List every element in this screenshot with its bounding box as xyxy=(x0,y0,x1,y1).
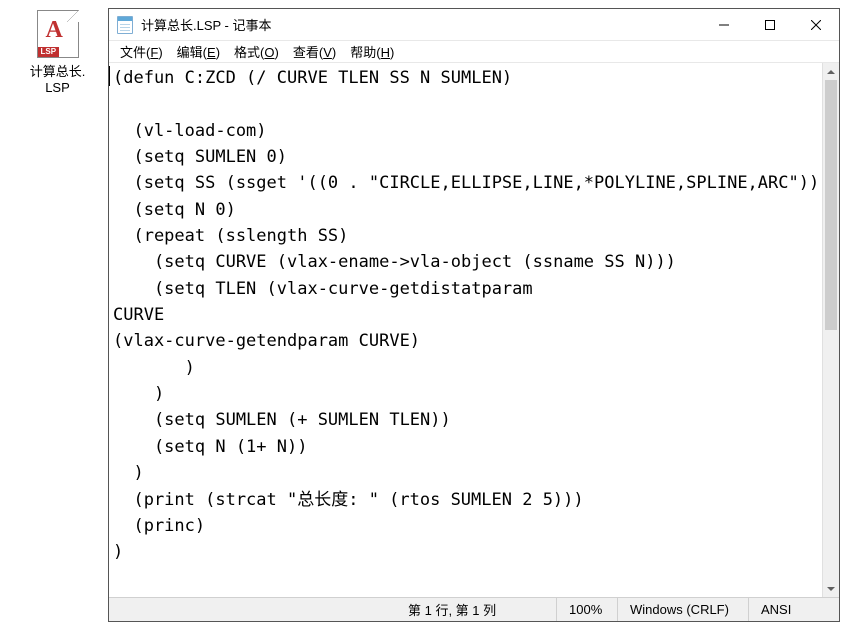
desktop-file-icon[interactable]: A LSP 计算总长. LSP xyxy=(20,10,95,95)
menu-file[interactable]: 文件(F) xyxy=(113,40,170,63)
maximize-icon xyxy=(765,20,775,30)
title-bar: 计算总长.LSP - 记事本 xyxy=(109,9,839,41)
menu-help[interactable]: 帮助(H) xyxy=(343,40,401,63)
close-button[interactable] xyxy=(793,9,839,40)
scroll-thumb[interactable] xyxy=(825,80,837,330)
text-editor[interactable]: (defun C:ZCD (/ CURVE TLEN SS N SUMLEN) … xyxy=(109,63,822,597)
maximize-button[interactable] xyxy=(747,9,793,40)
window-title: 计算总长.LSP - 记事本 xyxy=(141,15,701,34)
menu-bar: 文件(F) 编辑(E) 格式(O) 查看(V) 帮助(H) xyxy=(109,41,839,63)
desktop-icon-label: 计算总长. LSP xyxy=(30,64,86,95)
autocad-lsp-icon: A LSP xyxy=(34,10,82,58)
minimize-button[interactable] xyxy=(701,9,747,40)
minimize-icon xyxy=(719,20,729,30)
menu-view[interactable]: 查看(V) xyxy=(286,40,343,63)
status-encoding: ANSI xyxy=(749,598,839,621)
editor-container: (defun C:ZCD (/ CURVE TLEN SS N SUMLEN) … xyxy=(109,63,839,597)
window-controls xyxy=(701,9,839,40)
status-cursor-position: 第 1 行, 第 1 列 xyxy=(396,598,556,621)
status-bar: 第 1 行, 第 1 列 100% Windows (CRLF) ANSI xyxy=(109,597,839,621)
chevron-down-icon xyxy=(827,587,835,591)
scroll-up-arrow[interactable] xyxy=(823,63,839,80)
notepad-app-icon xyxy=(117,16,135,34)
status-line-ending: Windows (CRLF) xyxy=(618,598,748,621)
vertical-scrollbar[interactable] xyxy=(822,63,839,597)
scroll-down-arrow[interactable] xyxy=(823,580,839,597)
notepad-window: 计算总长.LSP - 记事本 文件(F) 编辑(E) 格式(O) 查看(V) 帮… xyxy=(108,8,840,622)
menu-edit[interactable]: 编辑(E) xyxy=(170,40,227,63)
chevron-up-icon xyxy=(827,70,835,74)
status-zoom: 100% xyxy=(557,598,617,621)
menu-format[interactable]: 格式(O) xyxy=(227,40,286,63)
close-icon xyxy=(811,20,821,30)
